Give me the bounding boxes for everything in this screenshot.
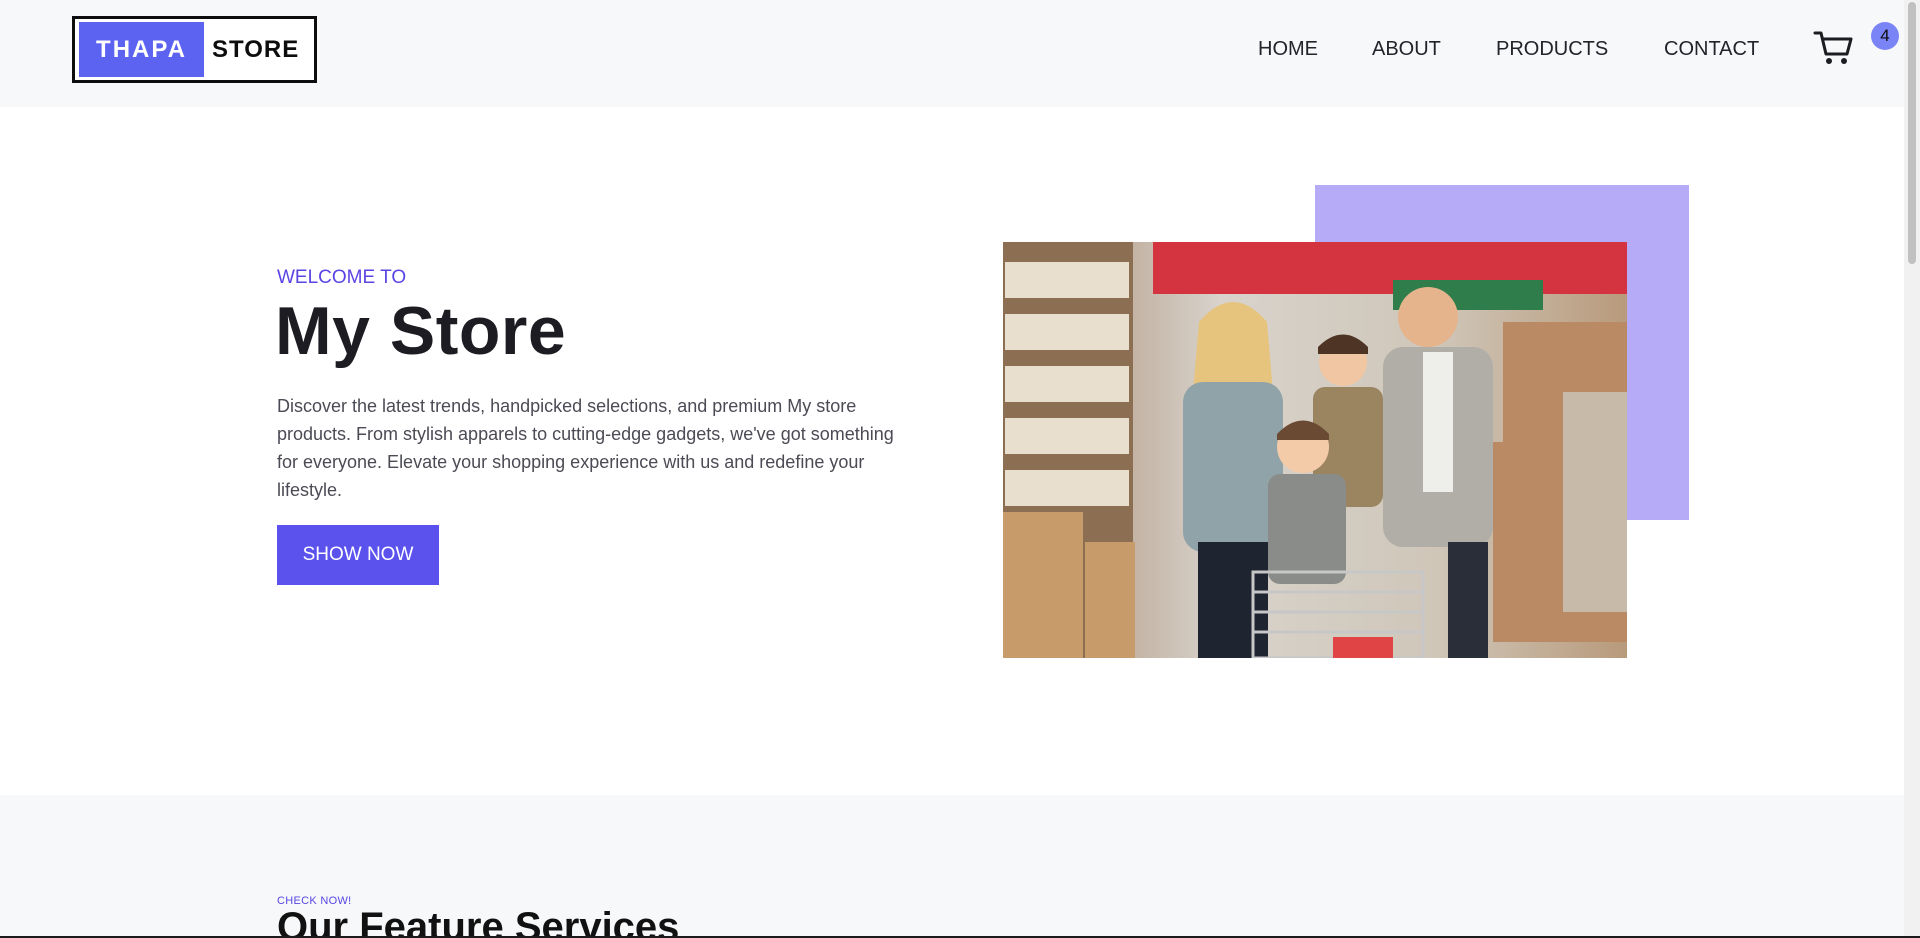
show-now-button[interactable]: SHOW NOW xyxy=(277,525,439,585)
hero-image xyxy=(1003,242,1627,658)
feature-title: Our Feature Services xyxy=(277,905,680,936)
scrollbar-thumb[interactable] xyxy=(1908,2,1916,264)
hero-eyebrow: WELCOME TO xyxy=(277,267,407,288)
nav-contact[interactable]: CONTACT xyxy=(1664,38,1759,61)
cart-count-badge: 4 xyxy=(1871,22,1899,50)
page: THAPA STORE HOME ABOUT PRODUCTS CONTACT … xyxy=(0,0,1904,936)
cart-button[interactable] xyxy=(1813,28,1855,68)
hero-description: Discover the latest trends, handpicked s… xyxy=(277,396,894,500)
hero-title: My Store xyxy=(275,293,567,369)
cart-icon xyxy=(1813,31,1853,64)
site-header: THAPA STORE HOME ABOUT PRODUCTS CONTACT … xyxy=(0,0,1904,107)
nav-about[interactable]: ABOUT xyxy=(1372,38,1441,61)
hero-photo-illustration xyxy=(1003,242,1627,658)
logo-text-secondary: STORE xyxy=(212,35,300,63)
store-logo[interactable]: THAPA STORE xyxy=(72,16,317,83)
nav-home[interactable]: HOME xyxy=(1258,38,1318,61)
nav-products[interactable]: PRODUCTS xyxy=(1496,38,1608,61)
logo-text-primary: THAPA xyxy=(79,22,204,77)
